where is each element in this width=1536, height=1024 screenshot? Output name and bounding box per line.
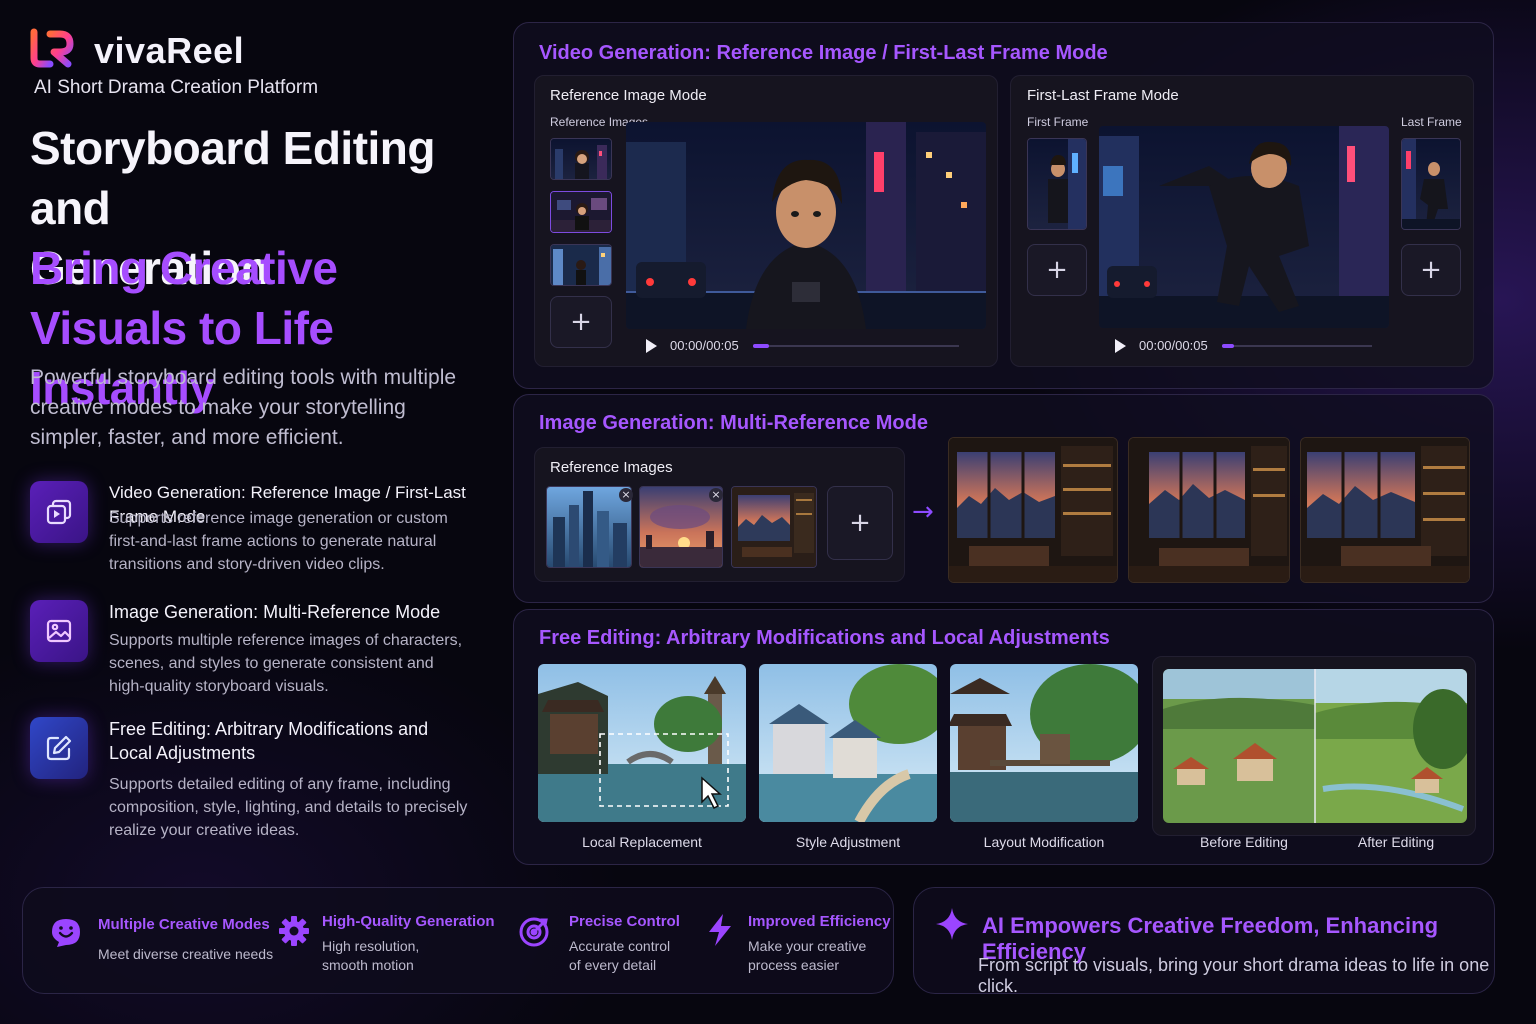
- layout-modification-image[interactable]: [950, 664, 1138, 822]
- bottom-feature-title: Precise Control: [569, 913, 680, 930]
- last-frame-label: Last Frame: [1401, 115, 1462, 129]
- feature-free-editing: Free Editing: Arbitrary Modifications an…: [30, 717, 510, 843]
- generated-image[interactable]: [1300, 437, 1470, 583]
- first-last-video-preview: [1099, 126, 1389, 328]
- remove-image-button[interactable]: ×: [619, 488, 633, 502]
- target-icon: [517, 914, 551, 948]
- arrow-right-icon: →: [912, 497, 934, 527]
- feature-title: Image Generation: Multi-Reference Mode: [109, 602, 441, 622]
- lightning-icon: [705, 912, 735, 948]
- style-adjustment-image[interactable]: [759, 664, 937, 822]
- multi-reference-card: Reference Images × × +: [534, 447, 905, 582]
- after-editing-label: After Editing: [1357, 834, 1435, 850]
- bottom-feature-desc: Make your creative: [748, 938, 867, 954]
- play-button[interactable]: [1115, 338, 1126, 353]
- feature-description: Supports detailed editing of any frame, …: [109, 776, 468, 839]
- before-after-card: [1152, 656, 1476, 836]
- feature-video-generation: Video Generation: Reference Image / Firs…: [30, 481, 510, 581]
- panel-title: Image Generation: Multi-Reference Mode: [539, 412, 928, 434]
- brand-name: vivaReel: [94, 30, 245, 71]
- free-editing-panel: Free Editing: Arbitrary Modifications an…: [513, 609, 1494, 865]
- reference-image-mode-card: Reference Image Mode Reference Images +: [534, 75, 998, 367]
- edit-icon: [30, 717, 88, 779]
- card-title: Reference Images: [550, 459, 673, 476]
- feature-title: Free Editing: Arbitrary Modifications an…: [109, 719, 429, 763]
- brand-tagline: AI Short Drama Creation Platform: [34, 77, 319, 98]
- reference-thumbnail[interactable]: [550, 191, 612, 233]
- feature-description: Supports reference image generation or c…: [109, 510, 448, 573]
- video-time: 00:00/00:05: [670, 338, 739, 353]
- video-progress-bar[interactable]: [1221, 343, 1372, 348]
- smile-chat-icon: [49, 916, 83, 950]
- reference-thumbnail[interactable]: [550, 138, 612, 180]
- reference-image-office[interactable]: [731, 486, 817, 568]
- bottom-feature-title: Multiple Creative Modes: [98, 916, 270, 933]
- sparkle-icon: [934, 906, 970, 942]
- caption-style-adjustment: Style Adjustment: [795, 834, 901, 850]
- bottom-feature-title: High-Quality Generation: [322, 913, 495, 930]
- generated-image[interactable]: [1128, 437, 1290, 583]
- bottom-feature-title: Improved Efficiency: [748, 913, 891, 930]
- local-replacement-image[interactable]: [538, 664, 746, 822]
- video-layers-icon: [30, 481, 88, 543]
- video-generation-panel: Video Generation: Reference Image / Firs…: [513, 22, 1494, 389]
- video-time: 00:00/00:05: [1139, 338, 1208, 353]
- bottom-feature-desc: High resolution,: [322, 938, 420, 954]
- hero-accent-line-1: Bring Creative: [30, 242, 338, 294]
- add-reference-button[interactable]: +: [550, 296, 612, 348]
- bottom-feature-desc: smooth motion: [322, 957, 414, 973]
- feature-image-generation: Image Generation: Multi-Reference Mode S…: [30, 600, 510, 700]
- reference-player-controls: 00:00/00:05: [646, 338, 986, 353]
- add-first-frame-button[interactable]: +: [1027, 244, 1087, 296]
- bottom-feature-desc: of every detail: [569, 957, 657, 973]
- first-frame-thumbnail[interactable]: [1027, 138, 1087, 230]
- caption-local-replacement: Local Replacement: [582, 834, 702, 850]
- before-after-comparison[interactable]: [1163, 669, 1467, 823]
- cta-description: From script to visuals, bring your short…: [978, 955, 1490, 996]
- video-progress-fill: [752, 343, 770, 348]
- feature-description: Supports multiple reference images of ch…: [109, 632, 463, 695]
- panel-title: Video Generation: Reference Image / Firs…: [539, 42, 1108, 64]
- video-progress-bar[interactable]: [752, 343, 959, 348]
- image-icon: [30, 600, 88, 662]
- remove-image-button[interactable]: ×: [709, 488, 723, 502]
- hero-title-line-1: Storyboard Editing and: [30, 122, 436, 234]
- first-last-frame-mode-card: First-Last Frame Mode First Frame Last F…: [1010, 75, 1474, 367]
- feature-highlights-bar: Multiple Creative Modes Meet diverse cre…: [22, 887, 894, 994]
- cta-box: AI Empowers Creative Freedom, Enhancing …: [913, 887, 1495, 996]
- card-title: Reference Image Mode: [550, 87, 707, 104]
- gear-icon: [277, 914, 311, 948]
- generated-image[interactable]: [948, 437, 1118, 583]
- video-progress-fill: [1221, 343, 1234, 348]
- hero-description: Powerful storyboard editing tools with m…: [30, 366, 457, 449]
- first-frame-label: First Frame: [1027, 115, 1089, 129]
- add-reference-button[interactable]: +: [827, 486, 893, 560]
- bottom-feature-desc: Meet diverse creative needs: [98, 946, 274, 962]
- play-button[interactable]: [646, 338, 657, 353]
- add-last-frame-button[interactable]: +: [1401, 244, 1461, 296]
- reference-thumbnail[interactable]: [550, 244, 612, 286]
- panel-title: Free Editing: Arbitrary Modifications an…: [539, 627, 1110, 649]
- before-editing-label: Before Editing: [1200, 834, 1288, 850]
- image-generation-panel: Image Generation: Multi-Reference Mode R…: [513, 394, 1494, 603]
- card-title: First-Last Frame Mode: [1027, 87, 1179, 104]
- bottom-feature-desc: Accurate control: [569, 938, 671, 954]
- first-last-player-controls: 00:00/00:05: [1115, 338, 1395, 353]
- brand-logo-icon: [30, 28, 76, 68]
- last-frame-thumbnail[interactable]: [1401, 138, 1461, 230]
- reference-video-preview: [626, 122, 986, 329]
- caption-layout-modification: Layout Modification: [983, 834, 1105, 850]
- bottom-feature-desc: process easier: [748, 957, 840, 973]
